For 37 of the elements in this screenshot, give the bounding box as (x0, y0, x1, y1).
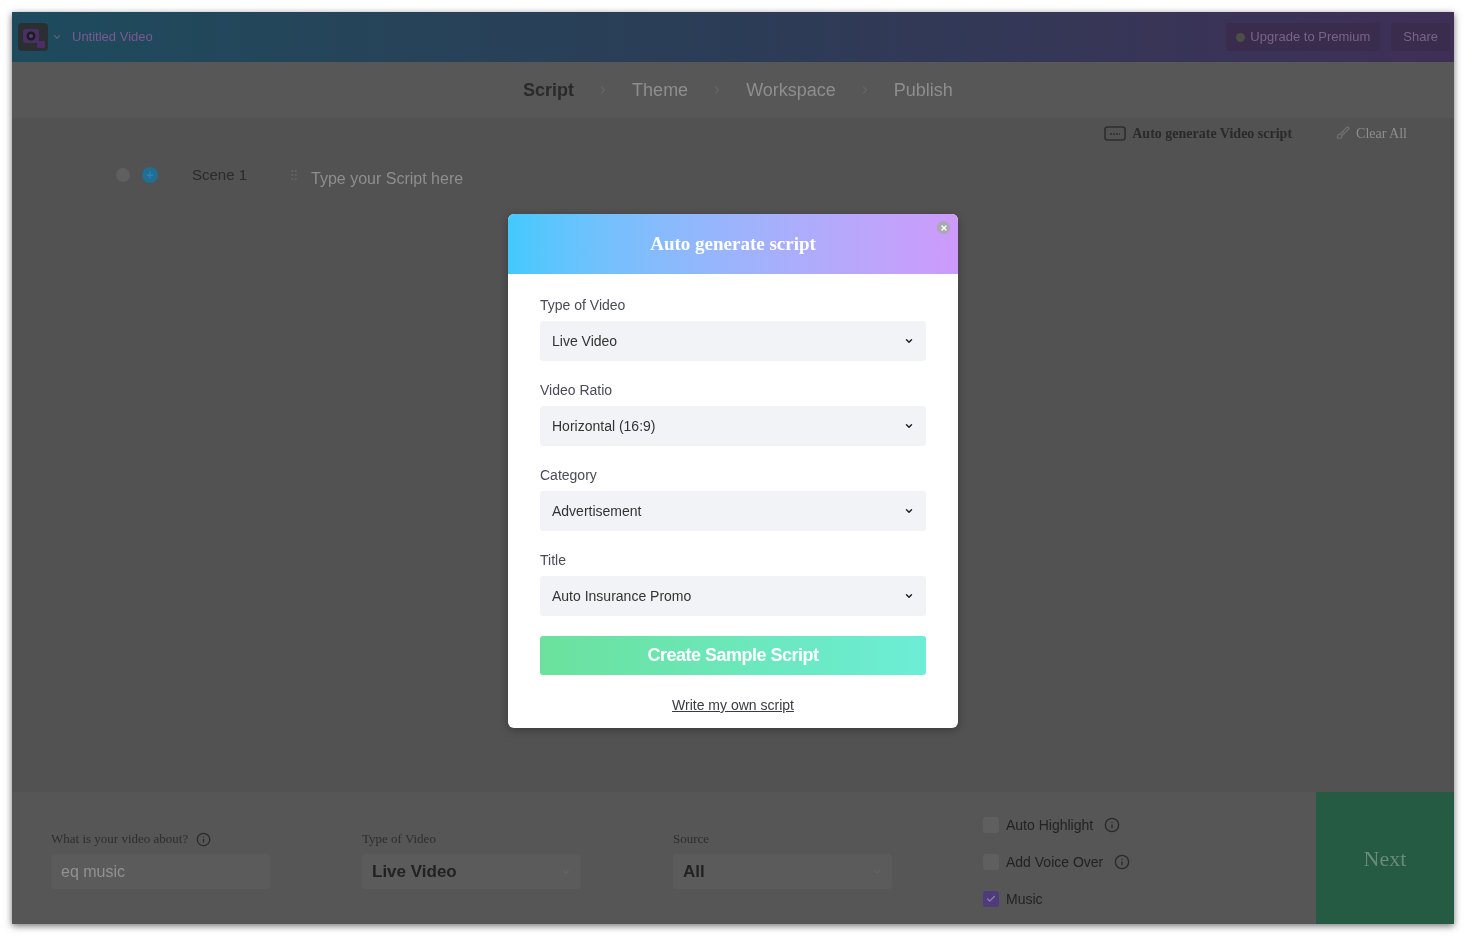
chevron-down-icon (904, 421, 914, 431)
add-scene-button[interactable] (142, 167, 158, 183)
field-label: Category (540, 466, 598, 485)
plus-icon (145, 170, 155, 180)
field-label: Type of Video (540, 296, 627, 315)
dropdown-field[interactable]: Advertisement (540, 491, 926, 531)
chevron-down-icon (904, 506, 914, 516)
info-icon[interactable] (1104, 817, 1121, 833)
project-title[interactable]: Untitled Video (72, 27, 153, 47)
next-button[interactable]: Next (1316, 792, 1454, 924)
field-label: Title (540, 551, 567, 570)
caret-down-icon[interactable] (52, 32, 62, 42)
close-button[interactable] (937, 221, 950, 234)
chevron-down-icon (904, 336, 914, 346)
script-input[interactable]: Type your Script here (311, 167, 912, 191)
chevron-down-icon (904, 591, 914, 601)
info-icon[interactable] (1114, 854, 1131, 870)
dropdown-field[interactable]: Live Video (540, 321, 926, 361)
app-logo-icon[interactable] (18, 23, 48, 51)
dropdown-field[interactable]: All (673, 854, 892, 889)
text-box-icon (1104, 125, 1127, 141)
share-button[interactable]: Share (1391, 23, 1450, 51)
checkbox[interactable] (983, 891, 999, 907)
create-sample-script-button[interactable]: Create Sample Script (540, 636, 926, 675)
brush-icon (1336, 126, 1351, 140)
circle-icon (1236, 32, 1246, 42)
upgrade-button[interactable]: Upgrade to Premium (1226, 23, 1381, 51)
info-icon[interactable] (196, 831, 212, 847)
dialog-title: Auto generate script (650, 231, 816, 256)
close-icon (939, 223, 948, 232)
check-icon (986, 894, 996, 904)
dropdown-field[interactable]: Live Video (362, 854, 581, 889)
field-label: Video Ratio (540, 381, 614, 400)
write-own-script-link[interactable]: Write my own script (672, 695, 794, 715)
dropdown-field[interactable]: Horizontal (16:9) (540, 406, 926, 446)
dropdown-field[interactable]: Auto Insurance Promo (540, 576, 926, 616)
clear-all-button[interactable]: Clear All (1336, 122, 1407, 144)
